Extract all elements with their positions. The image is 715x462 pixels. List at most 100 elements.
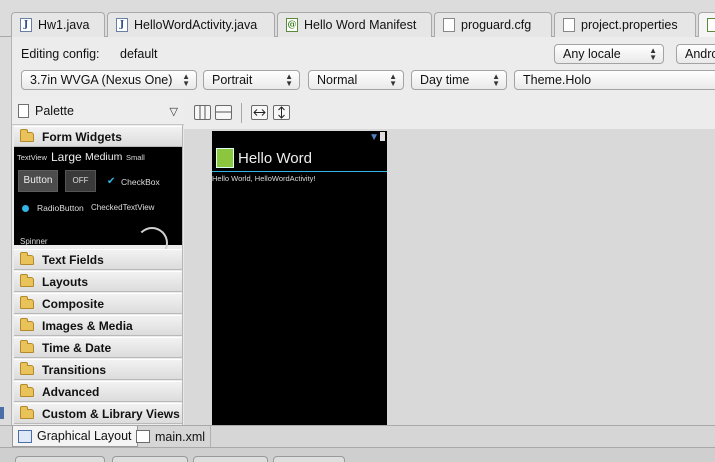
folder-icon: [20, 317, 34, 331]
widget-large-text[interactable]: Large: [51, 150, 82, 164]
palette-category-text-fields[interactable]: Text Fields: [14, 249, 182, 270]
android-manifest-icon: @: [286, 18, 298, 32]
palette-category-composite[interactable]: Composite: [14, 293, 182, 314]
editing-config-value: default: [120, 47, 158, 61]
folder-icon: [20, 405, 34, 419]
tab-label: Hello Word Manifest: [304, 18, 417, 32]
chevron-down-icon[interactable]: ▽: [170, 105, 178, 118]
android-version-select[interactable]: Andro: [676, 44, 715, 64]
tab-label: HelloWordActivity.java: [134, 18, 258, 32]
widget-toggle-button[interactable]: OFF: [65, 170, 96, 192]
tab-active-layout[interactable]: [698, 12, 715, 37]
tab-hw1-java[interactable]: J Hw1.java: [11, 12, 105, 37]
palette-category-advanced[interactable]: Advanced: [14, 381, 182, 402]
layout-canvas[interactable]: ▼ Hello Word Hello World, HelloWordActiv…: [184, 129, 715, 425]
view-tab-partial[interactable]: [273, 456, 345, 462]
battery-icon: [380, 132, 385, 141]
toggle-rows-icon[interactable]: [215, 105, 232, 120]
arrows-horizontal-icon: [253, 109, 266, 116]
view-tab-partial[interactable]: [15, 456, 105, 462]
action-bar-divider: [212, 171, 387, 172]
widget-textview[interactable]: TextView: [17, 153, 47, 162]
category-label: Composite: [42, 296, 105, 311]
editing-config-label: Editing config:: [21, 47, 100, 61]
configuration-bar: Editing config: default Any locale ▲ ▼ An…: [11, 37, 715, 97]
fill-width-icon[interactable]: [251, 105, 268, 120]
stepper-arrows-icon: ▲ ▼: [182, 72, 190, 88]
xml-file-icon: [136, 430, 150, 443]
night-mode-select-value: Day time: [420, 73, 470, 87]
layout-toolbar: [184, 97, 715, 129]
folder-icon: [20, 251, 34, 265]
orientation-select-value: Portrait: [212, 73, 253, 87]
ui-mode-select[interactable]: Normal ▲ ▼: [308, 70, 404, 90]
palette-category-time-date[interactable]: Time & Date: [14, 337, 182, 358]
java-file-icon: J: [20, 18, 32, 32]
theme-select-value: Theme.Holo: [523, 73, 592, 87]
category-label: Advanced: [42, 384, 100, 399]
folder-icon: [20, 361, 34, 375]
editor-tab-bar: J Hw1.java J HelloWordActivity.java @ He…: [0, 0, 715, 37]
radio-selected-icon: [22, 205, 29, 212]
columns-icon: [199, 106, 206, 119]
widget-small-text[interactable]: Small: [126, 153, 145, 162]
device-screen-preview[interactable]: ▼ Hello Word Hello World, HelloWordActiv…: [212, 131, 387, 425]
arrows-vertical-icon: [278, 106, 285, 119]
view-tab-partial[interactable]: [112, 456, 188, 462]
view-tab-partial[interactable]: [193, 456, 268, 462]
tab-label: main.xml: [155, 429, 206, 444]
text-file-icon: [443, 18, 455, 32]
graphical-layout-icon: [18, 429, 32, 443]
widget-button[interactable]: Button: [18, 170, 58, 192]
theme-select[interactable]: Theme.Holo: [514, 70, 715, 90]
widget-checked-textview[interactable]: CheckedTextView: [91, 203, 154, 212]
orientation-select[interactable]: Portrait ▲ ▼: [203, 70, 300, 90]
palette-category-custom-library-views[interactable]: Custom & Library Views: [14, 403, 182, 424]
tab-label: project.properties: [581, 18, 678, 32]
widget-checkbox[interactable]: CheckBox: [121, 177, 160, 187]
tab-project-properties[interactable]: project.properties: [554, 12, 696, 37]
locale-select-value: Any locale: [563, 47, 621, 61]
signal-icon: ▼: [369, 132, 379, 143]
folder-icon: [20, 273, 34, 287]
left-gutter: [0, 37, 11, 425]
tab-proguard-cfg[interactable]: proguard.cfg: [434, 12, 552, 37]
palette-panel: Palette ▽ Form Widgets TextView Large Me…: [11, 97, 184, 425]
app-launcher-icon: [216, 148, 234, 168]
locale-select[interactable]: Any locale ▲ ▼: [554, 44, 664, 64]
toggle-columns-icon[interactable]: [194, 105, 211, 120]
hello-textview[interactable]: Hello World, HelloWordActivity!: [212, 174, 316, 183]
widget-radio-button[interactable]: RadioButton: [37, 203, 84, 213]
stepper-arrows-icon: ▲ ▼: [649, 46, 657, 62]
tab-manifest[interactable]: @ Hello Word Manifest: [277, 12, 432, 37]
widget-spinner[interactable]: Spinner: [20, 237, 48, 246]
fill-height-icon[interactable]: [273, 105, 290, 120]
tab-label: Hw1.java: [38, 18, 90, 32]
java-file-icon: J: [116, 18, 128, 32]
tab-hellowordactivity-java[interactable]: J HelloWordActivity.java: [107, 12, 275, 37]
palette-category-images-media[interactable]: Images & Media: [14, 315, 182, 336]
checkbox-checked-icon: ✔: [107, 176, 116, 187]
stepper-arrows-icon: ▲ ▼: [285, 72, 293, 88]
night-mode-select[interactable]: Day time ▲ ▼: [411, 70, 507, 90]
palette-title: Palette: [35, 103, 74, 118]
rows-icon: [216, 111, 231, 113]
tab-label: proguard.cfg: [461, 18, 532, 32]
palette-category-layouts[interactable]: Layouts: [14, 271, 182, 292]
bottom-view-tabs-strip: [0, 447, 715, 462]
left-gutter-marker: [0, 407, 4, 419]
palette-category-transitions[interactable]: Transitions: [14, 359, 182, 380]
widget-medium-text[interactable]: Medium: [85, 151, 122, 163]
palette-category-form-widgets[interactable]: Form Widgets: [14, 126, 182, 147]
tab-graphical-layout[interactable]: Graphical Layout: [12, 426, 138, 447]
palette-header[interactable]: Palette ▽: [12, 97, 184, 125]
device-select[interactable]: 3.7in WVGA (Nexus One) ▲ ▼: [21, 70, 197, 90]
folder-open-icon: [20, 128, 34, 142]
palette-icon: [18, 103, 29, 118]
folder-icon: [20, 295, 34, 309]
android-layout-icon: [707, 18, 715, 32]
category-label: Layouts: [42, 274, 89, 289]
tab-main-xml[interactable]: main.xml: [131, 426, 212, 447]
category-label: Text Fields: [42, 252, 104, 267]
category-label: Transitions: [42, 362, 107, 377]
